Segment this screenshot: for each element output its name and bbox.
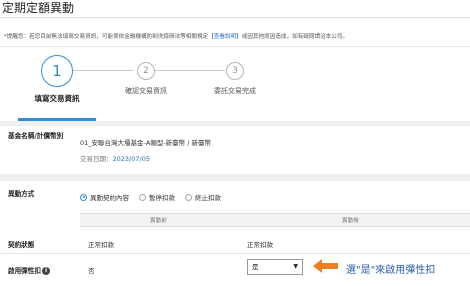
contract-status-label: 契約狀態 — [8, 241, 35, 249]
trade-date: 交易日期：2023/07/05 — [80, 153, 150, 163]
radio-empty-icon — [185, 193, 192, 201]
radio-selected-icon — [80, 193, 87, 201]
step-2: 2 確認交易資訊 — [116, 62, 176, 96]
step-1: 1 填寫交易資訊 — [27, 55, 87, 104]
flex-debit-select[interactable]: 是 ▼ — [247, 259, 303, 275]
flex-debit-label-text: 啟用彈性扣 — [8, 267, 41, 275]
table-header: 異動前 異動後 — [80, 213, 470, 227]
radio-pause-debit[interactable]: 暫停扣款 — [139, 192, 175, 202]
flex-debit-selected-value: 是 — [252, 263, 259, 271]
step-2-circle: 2 — [137, 62, 155, 80]
radio-label: 暫停扣款 — [149, 194, 175, 202]
col-after-header: 異動後 — [342, 218, 359, 224]
fund-section: 基金名稱/計價幣別 01_安聯台灣大壩基金-A類型-新臺幣 / 新臺幣 交易日期… — [0, 126, 470, 174]
radio-change-contract[interactable]: 異動契約內容 — [80, 192, 129, 202]
section-gap — [0, 174, 470, 181]
notice-text-before: *提醒您：若您目前無法填寫交易資訊，可能係依金融機構防制洗錢辦法等相關規定 — [4, 34, 209, 40]
change-method-radios: 異動契約內容 暫停扣款 終止扣款 — [80, 192, 221, 202]
step-3-label: 委託交易完成 — [214, 87, 256, 95]
step-3-circle: 3 — [226, 62, 244, 80]
contract-status-after: 正常扣款 — [247, 241, 273, 249]
contract-status-before: 正常扣款 — [88, 241, 114, 249]
arrow-left-icon — [313, 259, 338, 273]
fund-value: 01_安聯台灣大壩基金-A類型-新臺幣 / 新臺幣 — [80, 139, 211, 147]
step-2-label: 確認交易資訊 — [125, 87, 167, 95]
flex-debit-label: 啟用彈性扣 i — [8, 265, 50, 275]
trade-date-value: 2023/07/05 — [112, 155, 150, 163]
step-1-circle: 1 — [41, 55, 73, 87]
view-explanation-link[interactable]: 【查看說明】 — [208, 34, 242, 40]
step-1-label: 填寫交易資訊 — [34, 94, 80, 103]
row-divider — [0, 253, 470, 254]
radio-label: 終止扣款 — [195, 194, 221, 202]
info-icon[interactable]: i — [41, 267, 50, 275]
chevron-down-icon: ▼ — [293, 263, 298, 270]
flex-debit-before: 否 — [88, 267, 95, 275]
progress-steps: 1 填寫交易資訊 2 確認交易資訊 3 委託交易完成 — [0, 46, 470, 122]
step-3: 3 委託交易完成 — [205, 62, 265, 96]
col-before-header: 異動前 — [150, 218, 167, 224]
change-method-label: 異動方式 — [8, 190, 35, 198]
fund-label: 基金名稱/計價幣別 — [8, 132, 64, 140]
radio-terminate-debit[interactable]: 終止扣款 — [185, 192, 221, 202]
trade-date-label: 交易日期： — [80, 155, 113, 163]
page-title: 定期定額異動 — [0, 0, 470, 18]
radio-label: 異動契約內容 — [90, 194, 129, 202]
annotation-text: 選"是"來啟用彈性扣 — [346, 265, 436, 276]
notice-text-after: 或因其他原因造成，如有疑問請洽本公司。 — [241, 34, 349, 40]
radio-empty-icon — [139, 193, 146, 201]
notice-text: *提醒您：若您目前無法填寫交易資訊，可能係依金融機構防制洗錢辦法等相關規定【查看… — [4, 30, 464, 44]
